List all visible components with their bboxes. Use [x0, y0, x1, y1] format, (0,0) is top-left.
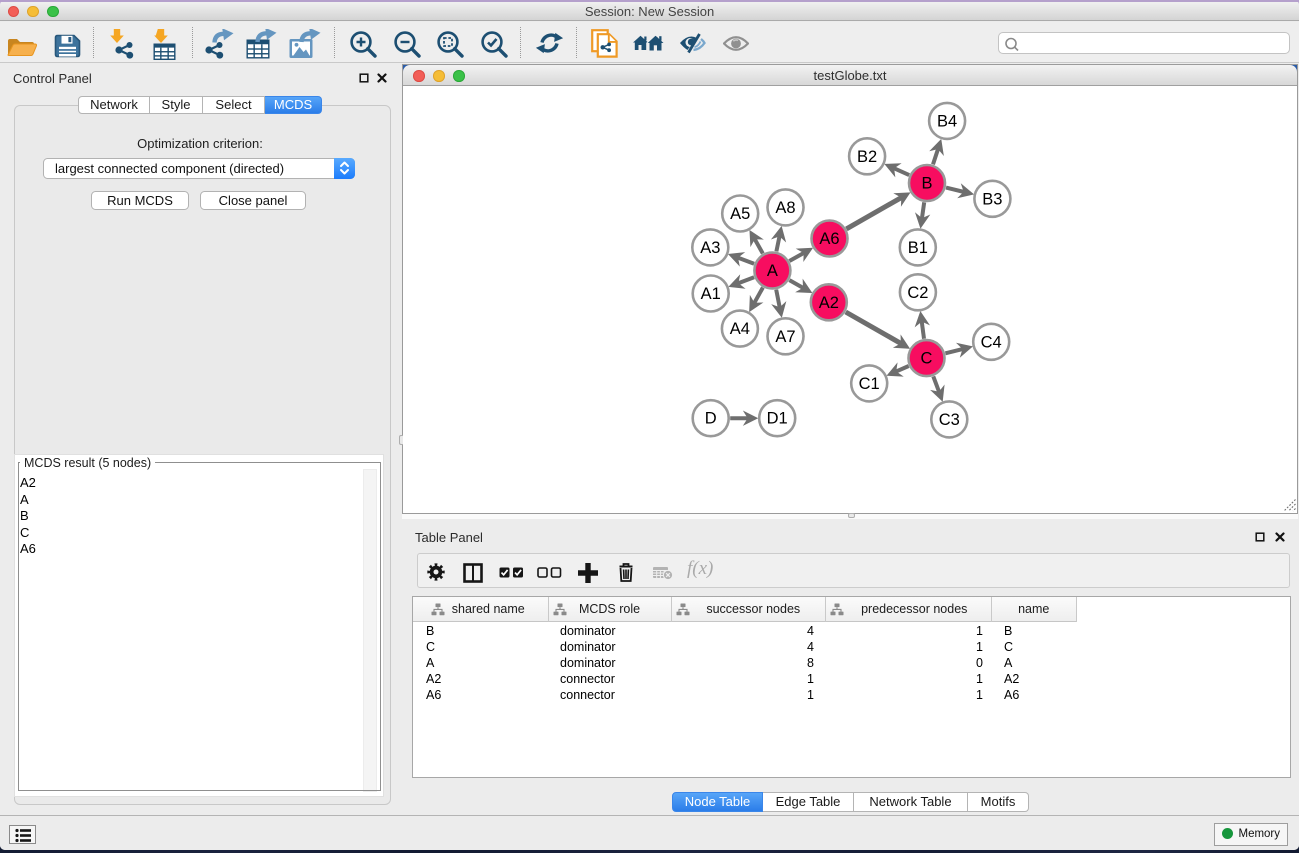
svg-text:D: D: [705, 410, 717, 428]
svg-text:C4: C4: [981, 333, 1002, 351]
svg-text:D1: D1: [767, 410, 788, 428]
svg-text:A7: A7: [775, 328, 795, 346]
svg-text:C3: C3: [939, 411, 960, 429]
svg-text:A3: A3: [700, 239, 720, 257]
svg-text:A: A: [767, 262, 778, 280]
svg-text:A8: A8: [775, 199, 795, 217]
svg-text:A4: A4: [730, 320, 750, 338]
svg-text:C1: C1: [859, 375, 880, 393]
svg-text:A2: A2: [819, 294, 839, 312]
svg-text:B2: B2: [857, 148, 877, 166]
svg-text:A5: A5: [730, 205, 750, 223]
svg-text:B4: B4: [937, 112, 957, 130]
svg-text:C2: C2: [907, 284, 928, 302]
svg-text:B3: B3: [982, 190, 1002, 208]
svg-text:A6: A6: [819, 230, 839, 248]
svg-text:C: C: [921, 350, 933, 368]
svg-text:A1: A1: [701, 285, 721, 303]
svg-text:B1: B1: [908, 239, 928, 257]
svg-text:B: B: [921, 175, 932, 193]
